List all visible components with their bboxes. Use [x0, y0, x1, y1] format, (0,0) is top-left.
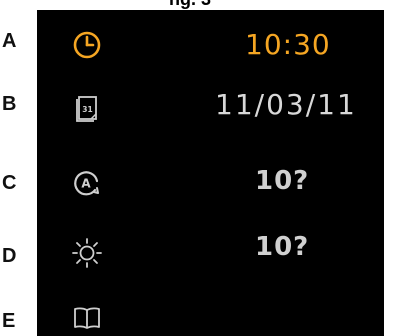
clock-icon[interactable] — [67, 25, 107, 65]
auto-brightness-icon[interactable]: A — [67, 163, 107, 203]
row-label-a: A — [2, 30, 17, 52]
brightness-value: 10? — [255, 232, 310, 262]
row-label-b: B — [2, 93, 17, 115]
date-value: 11/03/11 — [215, 88, 357, 121]
row-label-c: C — [2, 172, 17, 194]
figure-caption-fragment: ng. 3 — [150, 0, 230, 9]
auto-icon-letter: A — [81, 177, 91, 191]
figure-page: ng. 3 A 10:30 B 31 11/03/11 C A 10? D — [0, 0, 401, 336]
row-label-d: D — [2, 245, 17, 267]
auto-brightness-value: 10? — [255, 166, 310, 196]
calendar-icon[interactable]: 31 — [67, 88, 107, 128]
sun-icon[interactable] — [67, 233, 107, 273]
row-label-e: E — [2, 310, 16, 332]
calendar-icon-number: 31 — [82, 105, 92, 114]
time-value: 10:30 — [245, 28, 331, 61]
book-icon[interactable] — [67, 298, 107, 336]
